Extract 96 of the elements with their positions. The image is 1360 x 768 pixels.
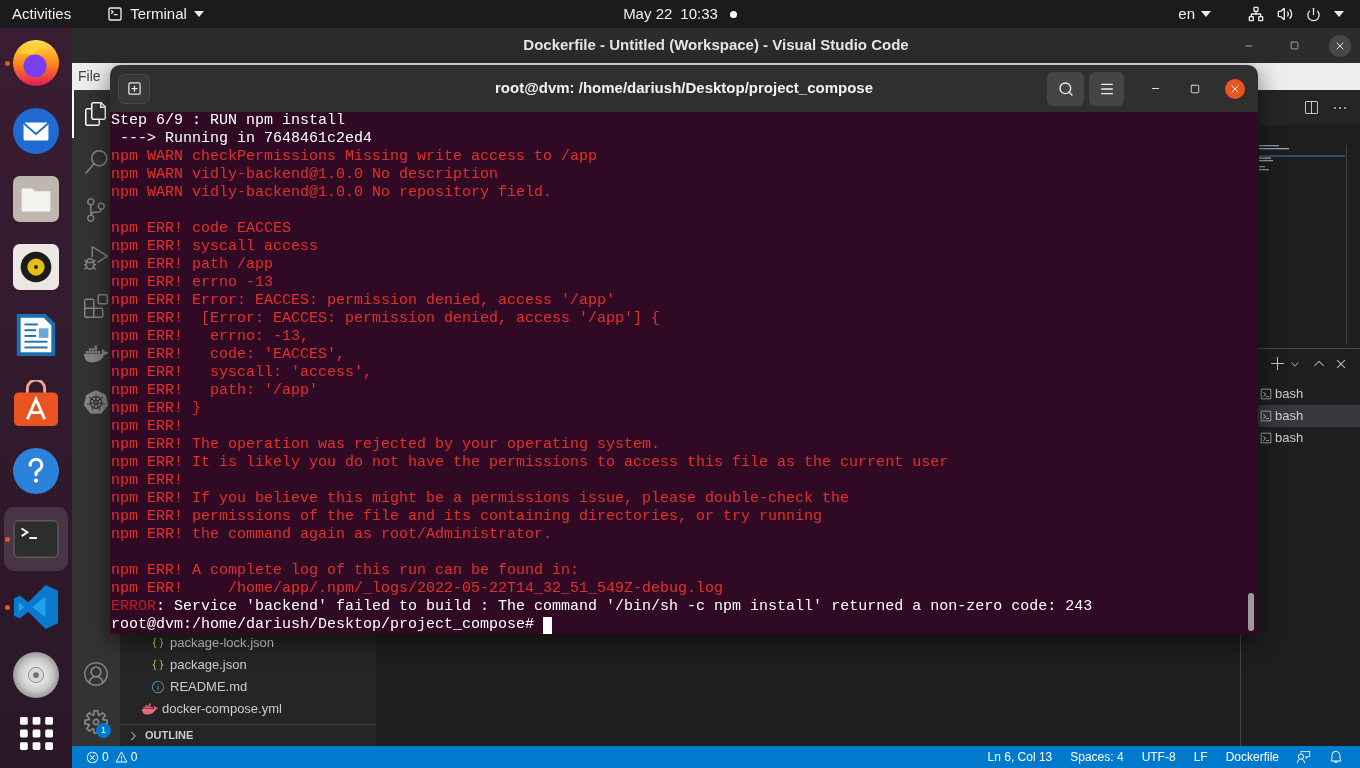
scrollbar-thumb[interactable] [1248, 593, 1254, 631]
terminal-line: npm ERR! code: 'EACCES', [111, 346, 346, 363]
close-button[interactable] [1329, 34, 1351, 57]
plus-square-icon [126, 81, 142, 96]
terminal-line: npm ERR! permissions of the file and its containing directories, or try running [111, 508, 823, 525]
window-title: Dockerfile - Untitled (Workspace) - Visual Studio Code [523, 35, 909, 56]
terminal-line: npm WARN vidly-backend@1.0.0 No description [111, 166, 499, 183]
clock[interactable]: May 22 10:33 [623, 2, 737, 26]
disc-icon [13, 652, 59, 698]
browser-icon [13, 40, 59, 86]
app-logo-icon [13, 584, 59, 630]
maximize-icon [1190, 83, 1200, 94]
plus-icon[interactable] [1270, 356, 1286, 372]
terminal-icon [1260, 432, 1272, 444]
info-icon [151, 680, 165, 694]
account-icon [84, 662, 108, 686]
status-bar-item[interactable]: LF [1193, 748, 1208, 766]
branch-icon [84, 198, 108, 222]
status-bar-item[interactable]: Spaces: 4 [1070, 748, 1124, 766]
maximize-icon [1289, 41, 1299, 50]
braces-icon [151, 658, 165, 672]
activities-button[interactable]: Activities [12, 2, 72, 26]
terminal-icon [1260, 388, 1272, 400]
terminal-line: npm ERR! } [111, 400, 201, 417]
terminal-line: npm ERR! /home/app/.npm/_logs/2022-05-22T14_32_51_549Z-debug.log [111, 580, 724, 597]
terminal-icon [107, 6, 124, 22]
terminal-line: npm ERR! A complete log of this run can be found in: [111, 562, 580, 579]
menu-button[interactable] [1089, 71, 1124, 106]
terminal-line: npm ERR! [111, 472, 183, 489]
notification-badge: 1 [96, 723, 111, 738]
play-bug-icon [84, 246, 108, 270]
power-icon [1306, 6, 1321, 22]
status-bar-item[interactable]: Dockerfile [1225, 748, 1279, 766]
shopping-bag-icon [13, 380, 59, 426]
error-icon [86, 750, 99, 764]
explorer-entry[interactable]: README.md [120, 676, 376, 698]
terminal-line: npm ERR! path /app [111, 256, 274, 273]
terminal-line: npm ERR! the command again as root/Administrator. [111, 526, 553, 543]
files-icon [84, 102, 108, 126]
caret-down-icon [193, 11, 204, 17]
terminal-line: npm ERR! syscall: 'access', [111, 364, 373, 381]
caret-down-icon [1201, 11, 1211, 17]
explorer-entry[interactable]: package.json [120, 654, 376, 676]
terminal-list-item[interactable]: bash [1258, 427, 1360, 449]
search-icon [84, 150, 108, 174]
terminal-line: npm WARN vidly-backend@1.0.0 No repository field. [111, 184, 553, 201]
terminal-list-item[interactable]: bash [1258, 383, 1360, 405]
folder-icon [13, 176, 59, 222]
helm-wheel-icon [84, 390, 108, 414]
menu-item[interactable]: File [78, 66, 101, 87]
speaker-icon [13, 244, 59, 290]
terminal-line: npm ERR! [111, 418, 183, 435]
bell-icon[interactable] [1329, 750, 1343, 764]
manage-button[interactable]: 1 [72, 698, 120, 746]
explorer-entry[interactable]: docker-compose.yml [120, 698, 376, 720]
terminal-line: ---> Running in 7648461c2ed4 [119, 130, 373, 147]
terminal-line: npm ERR! code EACCES [111, 220, 292, 237]
blocks-icon [84, 294, 108, 318]
terminal-line: ERROR: Service 'backend' failed to build : The command '/bin/sh -c npm install' returned a non-zero code: 243 [111, 598, 1093, 615]
help-icon [13, 448, 59, 494]
terminal-list-item[interactable]: bash [1258, 405, 1360, 427]
shell-prompt: root@dvm:/home/dariush/Desktop/project_compose# [111, 616, 535, 634]
close-button[interactable] [1225, 78, 1245, 99]
terminal-line: npm ERR! errno -13 [111, 274, 274, 291]
mail-icon [13, 108, 59, 154]
terminal-line: npm ERR! errno: -13, [111, 328, 310, 345]
status-bar-item[interactable]: UTF-8 [1141, 748, 1176, 766]
keyboard-layout-menu[interactable]: en [1178, 2, 1211, 26]
volume-icon [1277, 6, 1293, 22]
warning-icon [114, 750, 128, 764]
search-icon [1057, 80, 1074, 97]
app-grid-icon [19, 716, 53, 750]
system-menu[interactable] [1248, 6, 1344, 22]
braces-icon [151, 636, 165, 650]
explorer-entry[interactable]: package-lock.json [120, 632, 376, 654]
terminal-line: npm ERR! syscall access [111, 238, 319, 255]
terminal-line: npm ERR! path: '/app' [111, 382, 319, 399]
status-bar-item[interactable]: Ln 6, Col 13 [987, 748, 1053, 766]
terminal-line: npm ERR! The operation was rejected by your operating system. [111, 436, 661, 453]
whale-icon [142, 701, 158, 717]
terminal-line: Step 6/9 : RUN npm install [111, 112, 346, 129]
new-tab-button[interactable] [118, 73, 150, 104]
terminal-line: npm ERR! If you believe this might be a permissions issue, please double-check the [111, 490, 850, 507]
split-layout-icon[interactable] [1303, 99, 1319, 116]
terminal-icon [1260, 410, 1272, 422]
search-button[interactable] [1047, 71, 1084, 106]
terminal-line: npm ERR! [Error: EACCES: permission denied, access '/app'] { [111, 310, 661, 327]
app-menu[interactable]: Terminal [107, 2, 204, 26]
caret-down-icon [1334, 11, 1344, 17]
terminal-line: npm WARN checkPermissions Missing write access to /app [111, 148, 598, 165]
problems-indicator[interactable]: 0 0 [86, 748, 138, 766]
feedback-icon[interactable] [1297, 750, 1311, 764]
network-icon [1248, 6, 1264, 22]
terminal-line: npm ERR! Error: EACCES: permission denied, access '/app' [111, 292, 616, 309]
terminal-title: root@dvm: /home/dariush/Desktop/project_compose [495, 78, 873, 99]
terminal-line: npm ERR! It is likely you do not have the permissions to access this file as the current user [111, 454, 949, 471]
